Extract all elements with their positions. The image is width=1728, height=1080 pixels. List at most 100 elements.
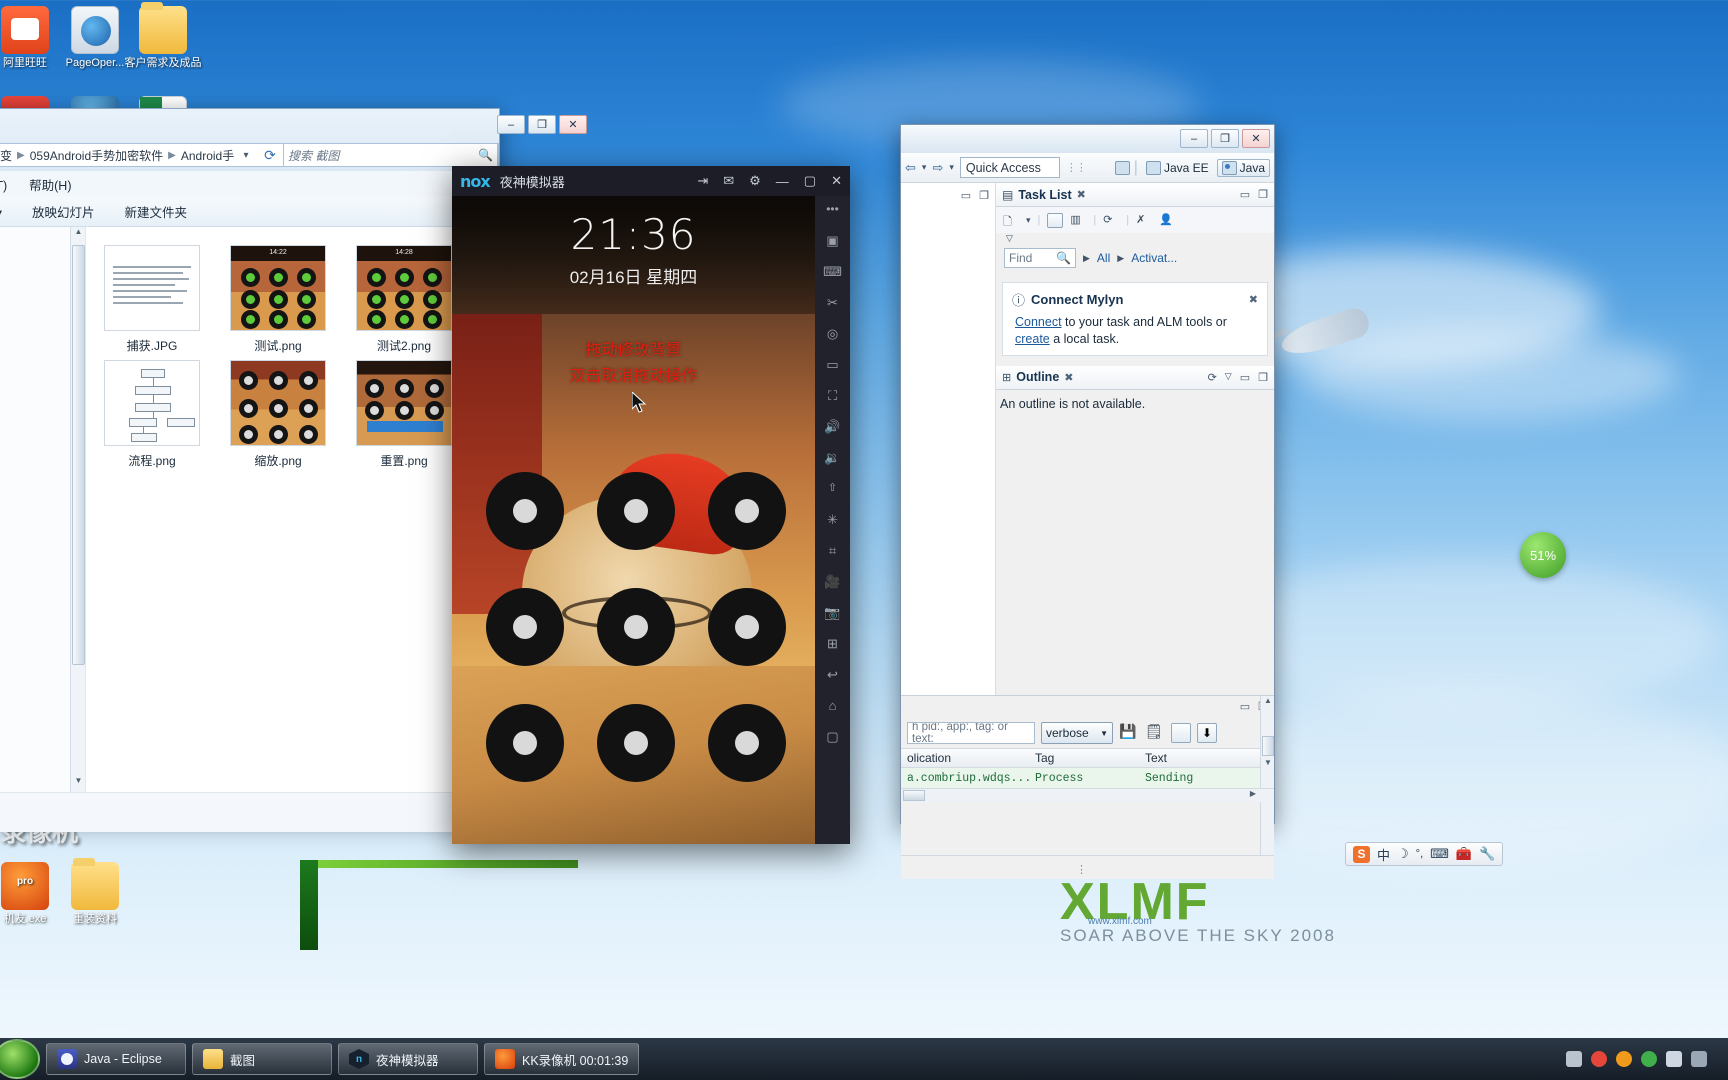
video-rec-icon[interactable]: 🎥 [823,574,843,592]
menu-tools[interactable]: 工具(T) [0,175,7,194]
tray-icon-2[interactable] [1591,1051,1607,1067]
explorer-window[interactable]: – ❐ ✕ 7Android源码百变 ▶ 059Android手势加密软件 ▶ … [0,108,587,832]
list-item[interactable]: 14:28 测试2.png [352,245,456,354]
pin-icon[interactable]: ⇥ [697,173,708,189]
view-menu-icon[interactable]: ▽ [1225,371,1232,384]
desktop-icon-pageoper[interactable]: PageOper... [56,6,134,70]
pattern-dot[interactable] [486,588,564,666]
taskbar-item-nox[interactable]: n 夜神模拟器 [338,1043,478,1075]
close-icon[interactable]: ✖ [1077,188,1086,201]
menu-help[interactable]: 帮助(H) [29,175,71,194]
scheduled-view-icon[interactable]: ▥ [1070,213,1086,228]
volume-down-icon[interactable]: 🔉 [823,450,843,468]
settings-icon[interactable]: ⚙ [749,173,761,189]
wrench-icon[interactable]: 🔧 [1479,846,1495,862]
close-icon[interactable]: ✖ [1249,293,1258,306]
explorer-menubar[interactable]: 看(V) 工具(T) 帮助(H) [0,171,499,197]
logcat-view[interactable]: ▭ ❐ h pid:, app:, tag: or text: verbose … [901,695,1274,855]
table-row[interactable]: a.combriup.wdqs... Process Sending [901,768,1274,788]
toolbar-slideshow[interactable]: 放映幻灯片 [32,202,95,221]
connect-mylyn-panel[interactable]: ⓘ Connect Mylyn ✖ Connect to your task a… [1002,282,1268,356]
scroll-up-icon[interactable]: ▲ [71,227,86,243]
focus-off-icon[interactable]: ✗ [1136,213,1152,228]
task-list-find-row[interactable]: Find 🔍 ▶ All ▶ Activat... [996,244,1274,272]
synchronize-icon[interactable]: ⟳ [1103,213,1119,228]
tray-icon-6[interactable] [1691,1051,1707,1067]
open-perspective-icon[interactable] [1114,160,1130,175]
column-header-text[interactable]: Text [1139,751,1274,765]
chevron-down-icon[interactable]: ▾ [922,162,927,173]
desktop-icon-customer-folder[interactable]: 客户需求及成品 [124,2,202,70]
refresh-icon[interactable]: ⟳ [257,147,283,164]
close-button[interactable]: ✕ [1242,129,1270,148]
scroll-down-icon[interactable]: ▼ [71,776,86,792]
chevron-right-icon[interactable]: ▶ [1083,253,1090,264]
pattern-dot[interactable] [486,472,564,550]
categorized-view-icon[interactable] [1047,212,1064,228]
eclipse-window-buttons[interactable]: – ❐ ✕ [1180,129,1270,148]
editor-view-controls[interactable]: ▭ ❐ [961,189,989,202]
chevron-down-icon[interactable]: ▾ [1026,215,1031,226]
find-input[interactable]: Find 🔍 [1004,248,1076,268]
ime-mode-label[interactable]: 中 [1377,845,1390,864]
volume-up-icon[interactable]: 🔊 [823,419,843,437]
filter-all[interactable]: All [1097,251,1110,265]
chevron-down-icon[interactable]: ▼ [1100,729,1108,738]
list-item[interactable]: 捕获.JPG [100,245,204,354]
logcat-horizontal-scrollbar[interactable]: ▶ [901,788,1274,802]
log-level-select[interactable]: verbose ▼ [1041,722,1113,744]
clear-log-icon[interactable]: 🗒 [1145,723,1165,743]
list-item[interactable]: 缩放.png [226,360,330,469]
pattern-dot[interactable] [708,704,786,782]
file-grid[interactable]: 捕获.JPG 14:22 测试.png 14:28 测试2.png 流程.png… [86,227,499,792]
forward-arrow-icon[interactable]: ⇨ [932,160,943,176]
desktop-icon-pro-exe[interactable]: 机友.exe [0,862,64,926]
chevron-down-icon[interactable]: ▾ [949,162,954,173]
tab-task-list[interactable]: ▤ Task List ✖ ▭ ❐ [996,183,1274,207]
keyboard-icon[interactable]: ⌨ [1430,846,1449,862]
card-icon[interactable]: ▭ [823,357,843,375]
person-icon[interactable]: 👤 [1159,213,1175,228]
minimize-icon[interactable]: — [776,174,789,189]
ime-toolbar[interactable]: S 中 ☽ °, ⌨ 🧰 🔧 [1345,842,1504,866]
more-icon[interactable]: ••• [823,202,843,220]
home-icon[interactable]: ⌂ [823,698,843,716]
pattern-dot[interactable] [597,588,675,666]
breadcrumb[interactable]: 7Android源码百变 ▶ 059Android手势加密软件 ▶ Androi… [0,147,235,164]
recents-icon[interactable]: ▢ [823,729,843,747]
minimize-icon[interactable]: ▭ [1240,371,1250,384]
navigation-pane[interactable]: 建 ▲ ▼ [0,227,86,792]
maximize-icon[interactable]: ❐ [1258,371,1268,384]
tray-icon-3[interactable] [1616,1051,1632,1067]
column-header-tag[interactable]: Tag [1029,751,1139,765]
sogou-icon[interactable]: S [1353,845,1370,863]
back-icon[interactable]: ↩ [823,667,843,685]
close-icon[interactable]: ✖ [1064,371,1073,384]
rotate-icon[interactable]: ▣ [823,233,843,251]
taskbar-item-explorer[interactable]: 截图 [192,1043,332,1075]
eclipse-titlebar[interactable]: – ❐ ✕ [901,125,1274,153]
minimize-icon[interactable]: ▭ [961,189,971,202]
maximize-icon[interactable]: ❐ [1258,188,1268,201]
link-with-editor-icon[interactable]: ⟳ [1208,371,1217,384]
connect-link[interactable]: Connect [1015,315,1062,329]
camera-icon[interactable]: 📷 [823,605,843,623]
maximize-icon[interactable]: ❐ [979,189,989,202]
multi-instance-icon[interactable]: ⌗ [823,543,843,561]
tray-icon-4[interactable] [1641,1051,1657,1067]
toolbar-grip[interactable]: ⋮⋮ [1066,161,1087,174]
shake-icon[interactable]: ✳ [823,512,843,530]
logcat-vertical-scrollbar[interactable]: ▲ ▼ [1260,696,1274,855]
toolbox-icon[interactable]: 🧰 [1456,846,1472,862]
list-item[interactable]: 重置.png [352,360,456,469]
desktop-icon-reinstall-folder[interactable]: 重装资料 [56,858,134,926]
perspective-switcher[interactable]: | Java EE Java [1114,158,1270,177]
scroll-down-icon[interactable]: ▼ [1261,758,1275,767]
scrollbar-thumb[interactable] [903,790,925,801]
breadcrumb-item[interactable]: 7Android源码百变 [0,147,12,164]
list-item[interactable]: 14:22 测试.png [226,245,330,354]
desktop-icon-aliwangwang[interactable]: 阿里旺旺 [0,6,64,70]
close-icon[interactable]: ✕ [831,173,842,189]
scroll-right-icon[interactable]: ▶ [1250,789,1256,798]
search-icon[interactable]: 🔍 [478,148,493,162]
